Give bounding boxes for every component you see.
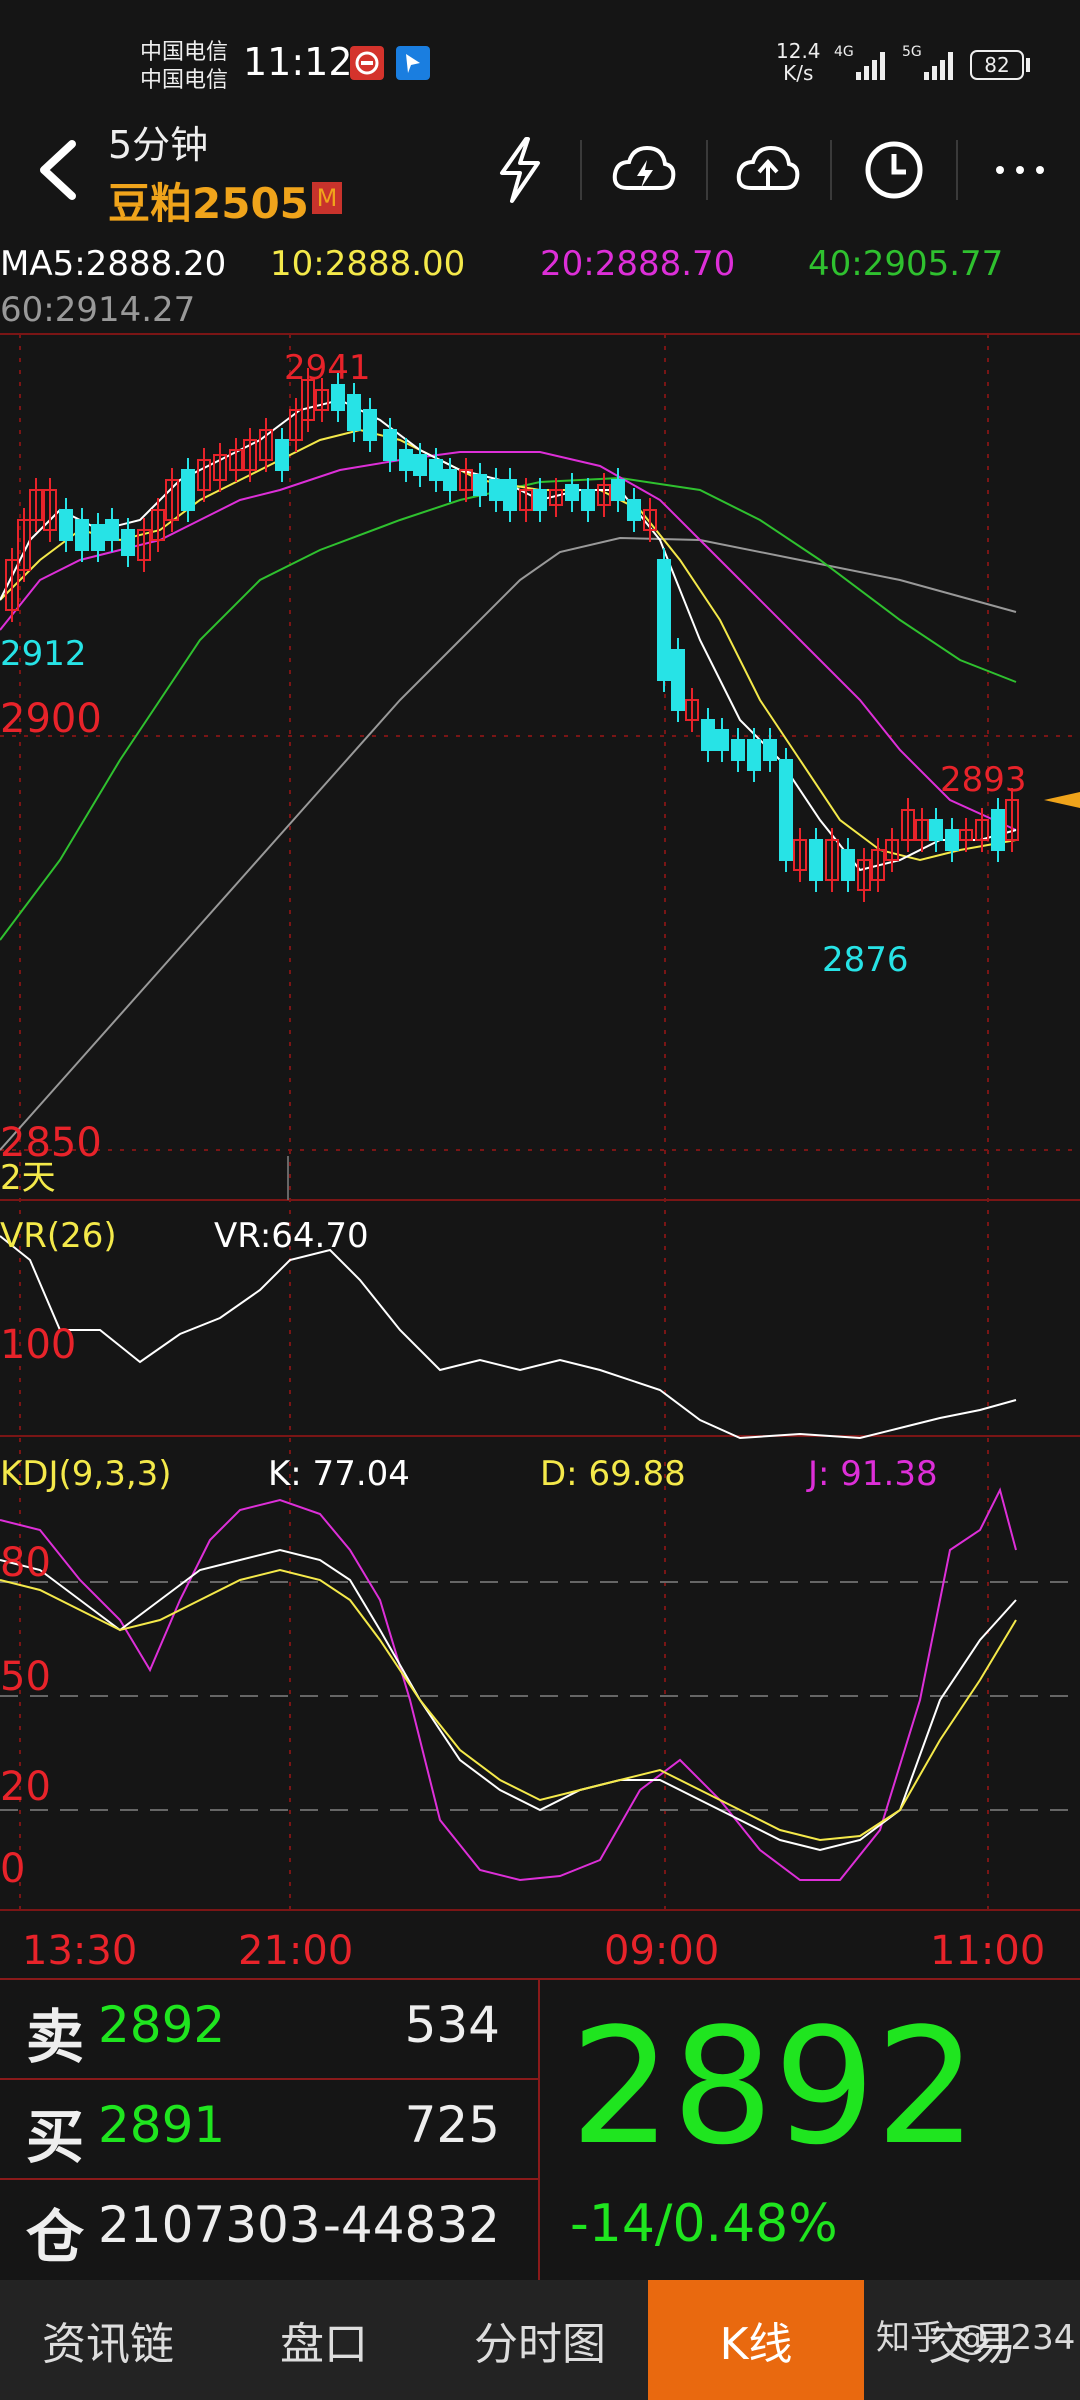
time-axis-label: 11:00 <box>930 1928 1046 1974</box>
tab-kline[interactable]: K线 <box>648 2280 864 2400</box>
bid-label: 买 <box>26 2103 85 2171</box>
candle-body <box>347 394 361 431</box>
candle-body <box>715 729 729 751</box>
candle-body <box>747 739 761 771</box>
candle-body <box>701 719 715 751</box>
candle-body <box>565 484 579 501</box>
kdj-k-line <box>0 1548 1017 1852</box>
candle-body <box>809 839 823 881</box>
low-price-label: 2876 <box>822 940 909 980</box>
kdj-level-80: 80 <box>0 1540 51 1586</box>
ask-price: 2892 <box>98 1996 226 2054</box>
vr-line <box>0 1235 1017 1440</box>
last-price: 2892 <box>570 1993 978 2180</box>
kdj-level-0: 0 <box>0 1846 26 1892</box>
candle-body <box>429 459 443 481</box>
tab-news-chain[interactable]: 资讯链 <box>0 2280 216 2400</box>
quote-panel: 卖 2892 534 买 2891 725 仓 2107303 -44832 2… <box>0 1978 1080 2280</box>
span-label: 2天 <box>0 1158 56 1198</box>
tab-intraday[interactable]: 分时图 <box>432 2280 648 2400</box>
candle-body <box>105 519 119 541</box>
candle-body <box>611 479 625 501</box>
candle-body <box>945 829 959 851</box>
candle-body <box>671 649 685 711</box>
ask-volume: 534 <box>404 1996 500 2054</box>
candle-body <box>657 559 671 681</box>
candle-body <box>443 469 457 491</box>
candle-body <box>383 429 397 461</box>
open-interest-label: 仓 <box>26 2203 85 2271</box>
kdj-d-value: D: 69.88 <box>540 1454 686 1494</box>
candle-body <box>581 489 595 511</box>
quote-border <box>0 2178 538 2180</box>
current-price-marker <box>1044 790 1080 814</box>
bid-price: 2891 <box>98 2096 226 2154</box>
high-price-label: 2941 <box>284 348 371 388</box>
kdj-k-value: K: 77.04 <box>268 1454 410 1494</box>
candle-body <box>91 524 105 551</box>
candle-body <box>503 479 517 511</box>
candle-body <box>489 479 503 501</box>
candle-body <box>473 474 487 496</box>
time-axis-label: 09:00 <box>604 1928 720 1974</box>
candle-body <box>929 819 943 841</box>
axis-label-2900: 2900 <box>0 696 102 742</box>
candle-body <box>331 384 345 411</box>
kdj-j-line <box>0 1487 1017 1882</box>
candle-body <box>627 499 641 521</box>
quote-border <box>0 1978 1080 1980</box>
kline-chart[interactable] <box>0 0 1080 2280</box>
quote-border <box>0 2078 538 2080</box>
tab-order-book[interactable]: 盘口 <box>216 2280 432 2400</box>
time-axis-label: 13:30 <box>22 1928 138 1974</box>
candle-body <box>121 529 135 556</box>
candle-body <box>533 489 547 511</box>
price-label-2912: 2912 <box>0 634 87 674</box>
kdj-level-20: 20 <box>0 1764 51 1810</box>
vr-level-label: 100 <box>0 1322 77 1368</box>
candle-body <box>59 509 73 541</box>
candle-body <box>763 739 777 761</box>
candle-body <box>731 739 745 761</box>
candle-body <box>181 469 195 511</box>
time-axis-label: 21:00 <box>238 1928 354 1974</box>
vr-title: VR(26) <box>0 1216 117 1256</box>
kdj-title: KDJ(9,3,3) <box>0 1454 172 1494</box>
candle-body <box>841 849 855 881</box>
open-interest: 2107303 <box>98 2196 321 2254</box>
recent-high-label: 2893 <box>940 760 1027 800</box>
candle-body <box>363 409 377 441</box>
kdj-j-value: J: 91.38 <box>808 1454 938 1494</box>
candle-body <box>275 439 289 471</box>
ma60-line <box>0 536 1017 1151</box>
ask-label: 卖 <box>26 2003 85 2071</box>
open-interest-change: -44832 <box>322 2196 500 2254</box>
price-change: -14/0.48% <box>570 2194 838 2254</box>
ma5-line <box>0 398 1017 872</box>
vr-value: VR:64.70 <box>214 1216 369 1256</box>
candle-body <box>991 809 1005 851</box>
candle-body <box>75 519 89 551</box>
kdj-d-line <box>0 1568 1017 1842</box>
watermark: 知乎 @1234 <box>876 2318 1076 2358</box>
quote-divider <box>538 1978 540 2280</box>
candle-body <box>779 759 793 861</box>
kdj-level-50: 50 <box>0 1654 51 1700</box>
candle-body <box>399 449 413 471</box>
bid-volume: 725 <box>404 2096 500 2154</box>
candle-body <box>413 454 427 476</box>
